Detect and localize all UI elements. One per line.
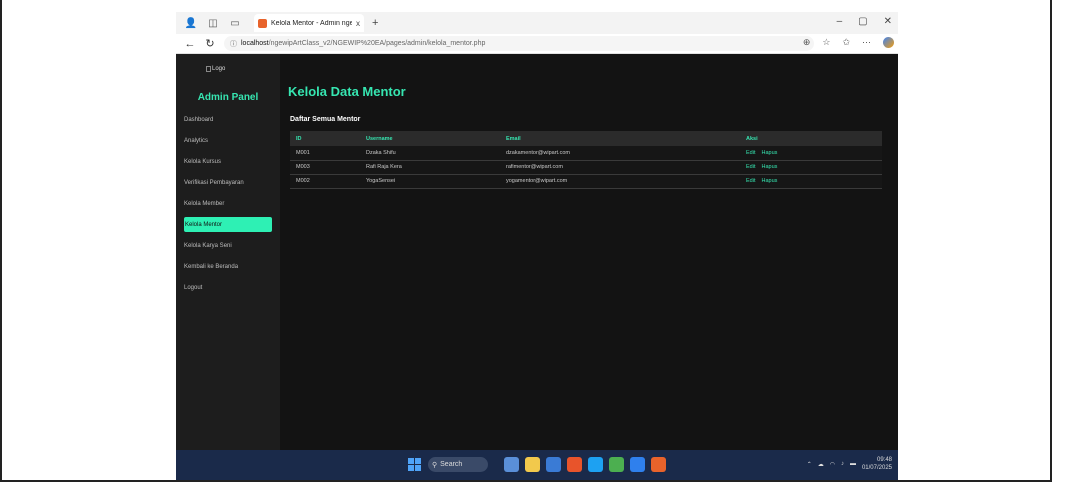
workspaces-icon[interactable]: ◫ <box>206 16 220 30</box>
cloud-icon[interactable]: ☁ <box>818 461 824 468</box>
windows-start-icon[interactable] <box>408 458 421 471</box>
url-path: /ngewipArtClass_v2/NGEWIP%20EA/pages/adm… <box>268 40 486 47</box>
sidebar-item-kelola-kursus[interactable]: Kelola Kursus <box>184 154 272 169</box>
cell-id: M003 <box>296 164 310 170</box>
edit-link[interactable]: Edit <box>746 164 755 170</box>
sidebar-item-dashboard[interactable]: Dashboard <box>184 112 272 127</box>
sidebar-title: Admin Panel <box>197 92 259 103</box>
cell-username: Dzaka Shifu <box>366 149 396 156</box>
url-host: localhost <box>241 40 269 47</box>
address-bar-row: ← ↻ ⓘ localhost/ngewipArtClass_v2/NGEWIP… <box>176 34 898 54</box>
favorites-icon[interactable]: ✩ <box>842 37 850 48</box>
mentor-table: ID Username Email Aksi M001 Dzaka Shifu … <box>290 131 882 189</box>
cell-username: Rafi Raja Kera <box>366 164 402 170</box>
search-icon: ⚲ <box>432 461 438 469</box>
favicon-icon <box>258 18 267 28</box>
col-header-email: Email <box>506 135 521 142</box>
system-tray: ⌃ ☁ ◠ ♪ ▬ 09:48 01/07/2025 <box>807 456 892 472</box>
hapus-link[interactable]: Hapus <box>761 150 777 156</box>
edge-browser-icon[interactable] <box>588 457 603 472</box>
broken-image-icon <box>206 66 211 72</box>
url-input[interactable]: ⓘ localhost/ngewipArtClass_v2/NGEWIP%20E… <box>224 36 814 51</box>
tab-title: Kelola Mentor - Admin ngeWIP <box>271 19 352 27</box>
clock-time: 09:48 <box>876 457 892 463</box>
close-window-button[interactable]: ✕ <box>884 16 892 27</box>
clock-date: 01/07/2025 <box>861 465 892 471</box>
hapus-link[interactable]: Hapus <box>761 164 777 170</box>
cell-aksi: Edit Hapus <box>740 146 882 160</box>
cell-aksi: Edit Hapus <box>740 174 882 188</box>
page-title: Kelola Data Mentor <box>288 84 406 99</box>
taskbar-search[interactable]: ⚲ Search <box>428 457 488 472</box>
sidebar-item-kelola-mentor[interactable]: Kelola Mentor <box>184 217 272 232</box>
col-header-id: ID <box>296 135 302 142</box>
cell-id: M001 <box>296 149 310 156</box>
table-header-row: ID Username Email Aksi <box>290 131 882 146</box>
cell-aksi: Edit Hapus <box>740 160 882 174</box>
copilot-icon[interactable] <box>883 37 894 48</box>
file-explorer-icon[interactable] <box>525 457 540 472</box>
cell-email: yogamentor@wipart.com <box>506 178 568 184</box>
window-controls: – ▢ ✕ <box>837 16 892 27</box>
section-title: Daftar Semua Mentor <box>290 116 361 123</box>
zoom-icon[interactable]: ⊕ <box>803 37 811 48</box>
info-icon[interactable]: ⓘ <box>230 39 237 49</box>
edit-link[interactable]: Edit <box>746 178 755 184</box>
table-row: M003 Rafi Raja Kera rafimentor@wipart.co… <box>290 160 882 174</box>
sidebar-nav: Dashboard Analytics Kelola Kursus Verifi… <box>184 112 272 301</box>
cell-email: dzakamentor@wipart.com <box>506 149 570 156</box>
favorite-star-icon[interactable]: ☆ <box>822 37 830 48</box>
sidebar-item-kembali-ke-beranda[interactable]: Kembali ke Beranda <box>184 259 272 274</box>
sidebar-item-verifikasi-pembayaran[interactable]: Verifikasi Pembayaran <box>184 175 272 190</box>
profile-icon[interactable]: 👤 <box>184 16 198 30</box>
col-header-username: Username <box>366 135 393 142</box>
tab-actions-icon[interactable]: ▭ <box>228 16 242 30</box>
sidebar: Logo Admin Panel Dashboard Analytics Kel… <box>176 54 280 450</box>
xampp-icon[interactable] <box>651 457 666 472</box>
page-viewport: Logo Admin Panel Dashboard Analytics Kel… <box>176 54 898 450</box>
chrome-icon[interactable] <box>609 457 624 472</box>
cell-username: YogaSensei <box>366 178 396 184</box>
wifi-icon[interactable]: ◠ <box>830 461 835 468</box>
cell-id: M002 <box>296 178 310 184</box>
app-icon[interactable] <box>630 457 645 472</box>
table-row: M002 YogaSensei yogamentor@wipart.com Ed… <box>290 174 882 188</box>
volume-icon[interactable]: ♪ <box>841 461 844 467</box>
frame-right-border <box>1050 0 1052 482</box>
tab-close-button[interactable]: x <box>356 19 360 28</box>
battery-icon[interactable]: ▬ <box>850 461 856 467</box>
main-content: Kelola Data Mentor Daftar Semua Mentor I… <box>280 54 898 450</box>
screen: 👤 ◫ ▭ Kelola Mentor - Admin ngeWIP x + –… <box>176 12 898 480</box>
cell-email: rafimentor@wipart.com <box>506 164 563 170</box>
clock[interactable]: 09:48 01/07/2025 <box>862 456 892 472</box>
new-tab-button[interactable]: + <box>372 17 378 29</box>
widgets-icon[interactable] <box>504 457 519 472</box>
sidebar-item-analytics[interactable]: Analytics <box>184 133 272 148</box>
sidebar-item-kelola-member[interactable]: Kelola Member <box>184 196 272 211</box>
minimize-button[interactable]: – <box>837 16 843 27</box>
taskbar: ⚲ Search ⌃ ☁ ◠ ♪ ▬ 09:48 01/07/2025 <box>176 450 898 480</box>
logo-alt-text: Logo <box>212 66 226 72</box>
search-placeholder: Search <box>440 461 463 468</box>
sidebar-item-logout[interactable]: Logout <box>184 280 272 295</box>
chevron-up-icon[interactable]: ⌃ <box>807 461 812 468</box>
edit-link[interactable]: Edit <box>746 150 755 156</box>
browser-toolbar: ⊕ ☆ ✩ ⋯ <box>803 37 894 48</box>
col-header-aksi: Aksi <box>746 135 758 142</box>
taskbar-apps <box>504 457 666 472</box>
more-icon[interactable]: ⋯ <box>862 37 871 48</box>
browser-tab-bar: 👤 ◫ ▭ Kelola Mentor - Admin ngeWIP x + –… <box>176 12 898 34</box>
table-row: M001 Dzaka Shifu dzakamentor@wipart.com … <box>290 146 882 160</box>
refresh-icon[interactable]: ↻ <box>204 37 216 50</box>
app-icon[interactable] <box>567 457 582 472</box>
logo: Logo <box>206 66 225 72</box>
tab-kelola-mentor[interactable]: Kelola Mentor - Admin ngeWIP x <box>254 14 364 32</box>
hapus-link[interactable]: Hapus <box>761 178 777 184</box>
maximize-button[interactable]: ▢ <box>858 16 867 27</box>
sidebar-item-kelola-karya-seni[interactable]: Kelola Karya Seni <box>184 238 272 253</box>
frame-left-border <box>0 0 2 482</box>
back-icon[interactable]: ← <box>184 38 196 50</box>
app-icon[interactable] <box>546 457 561 472</box>
